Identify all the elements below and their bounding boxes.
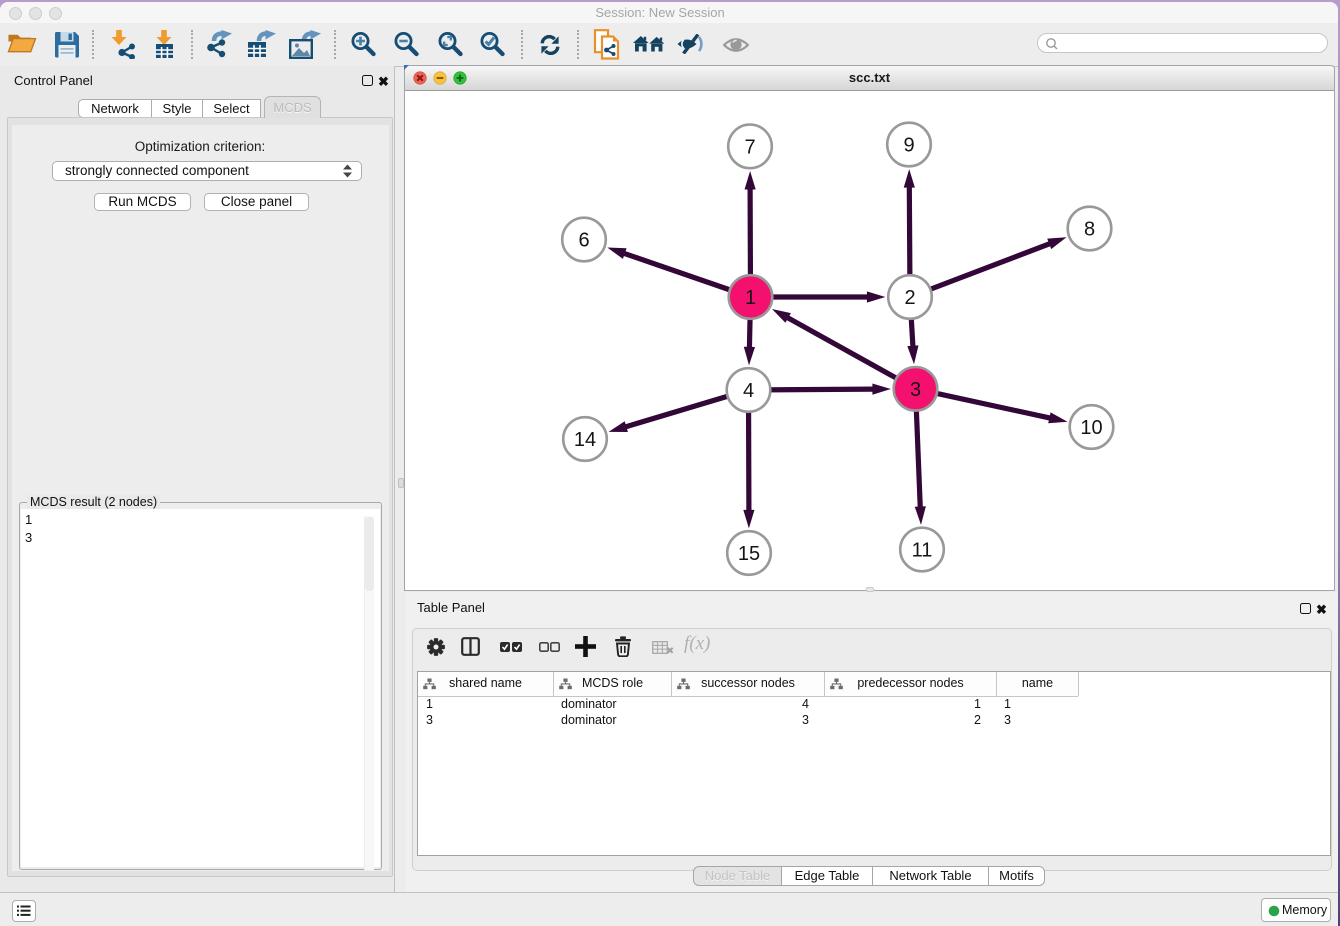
svg-text:1: 1 <box>745 287 756 309</box>
svg-text:4: 4 <box>743 380 754 402</box>
svg-text:7: 7 <box>744 136 755 158</box>
svg-text:9: 9 <box>903 135 914 157</box>
svg-text:6: 6 <box>578 230 589 252</box>
svg-text:3: 3 <box>910 379 921 401</box>
svg-text:11: 11 <box>912 540 933 562</box>
svg-text:14: 14 <box>574 429 596 451</box>
svg-text:10: 10 <box>1080 417 1102 439</box>
svg-text:8: 8 <box>1084 219 1095 241</box>
svg-text:2: 2 <box>904 287 915 309</box>
svg-text:15: 15 <box>738 543 760 565</box>
